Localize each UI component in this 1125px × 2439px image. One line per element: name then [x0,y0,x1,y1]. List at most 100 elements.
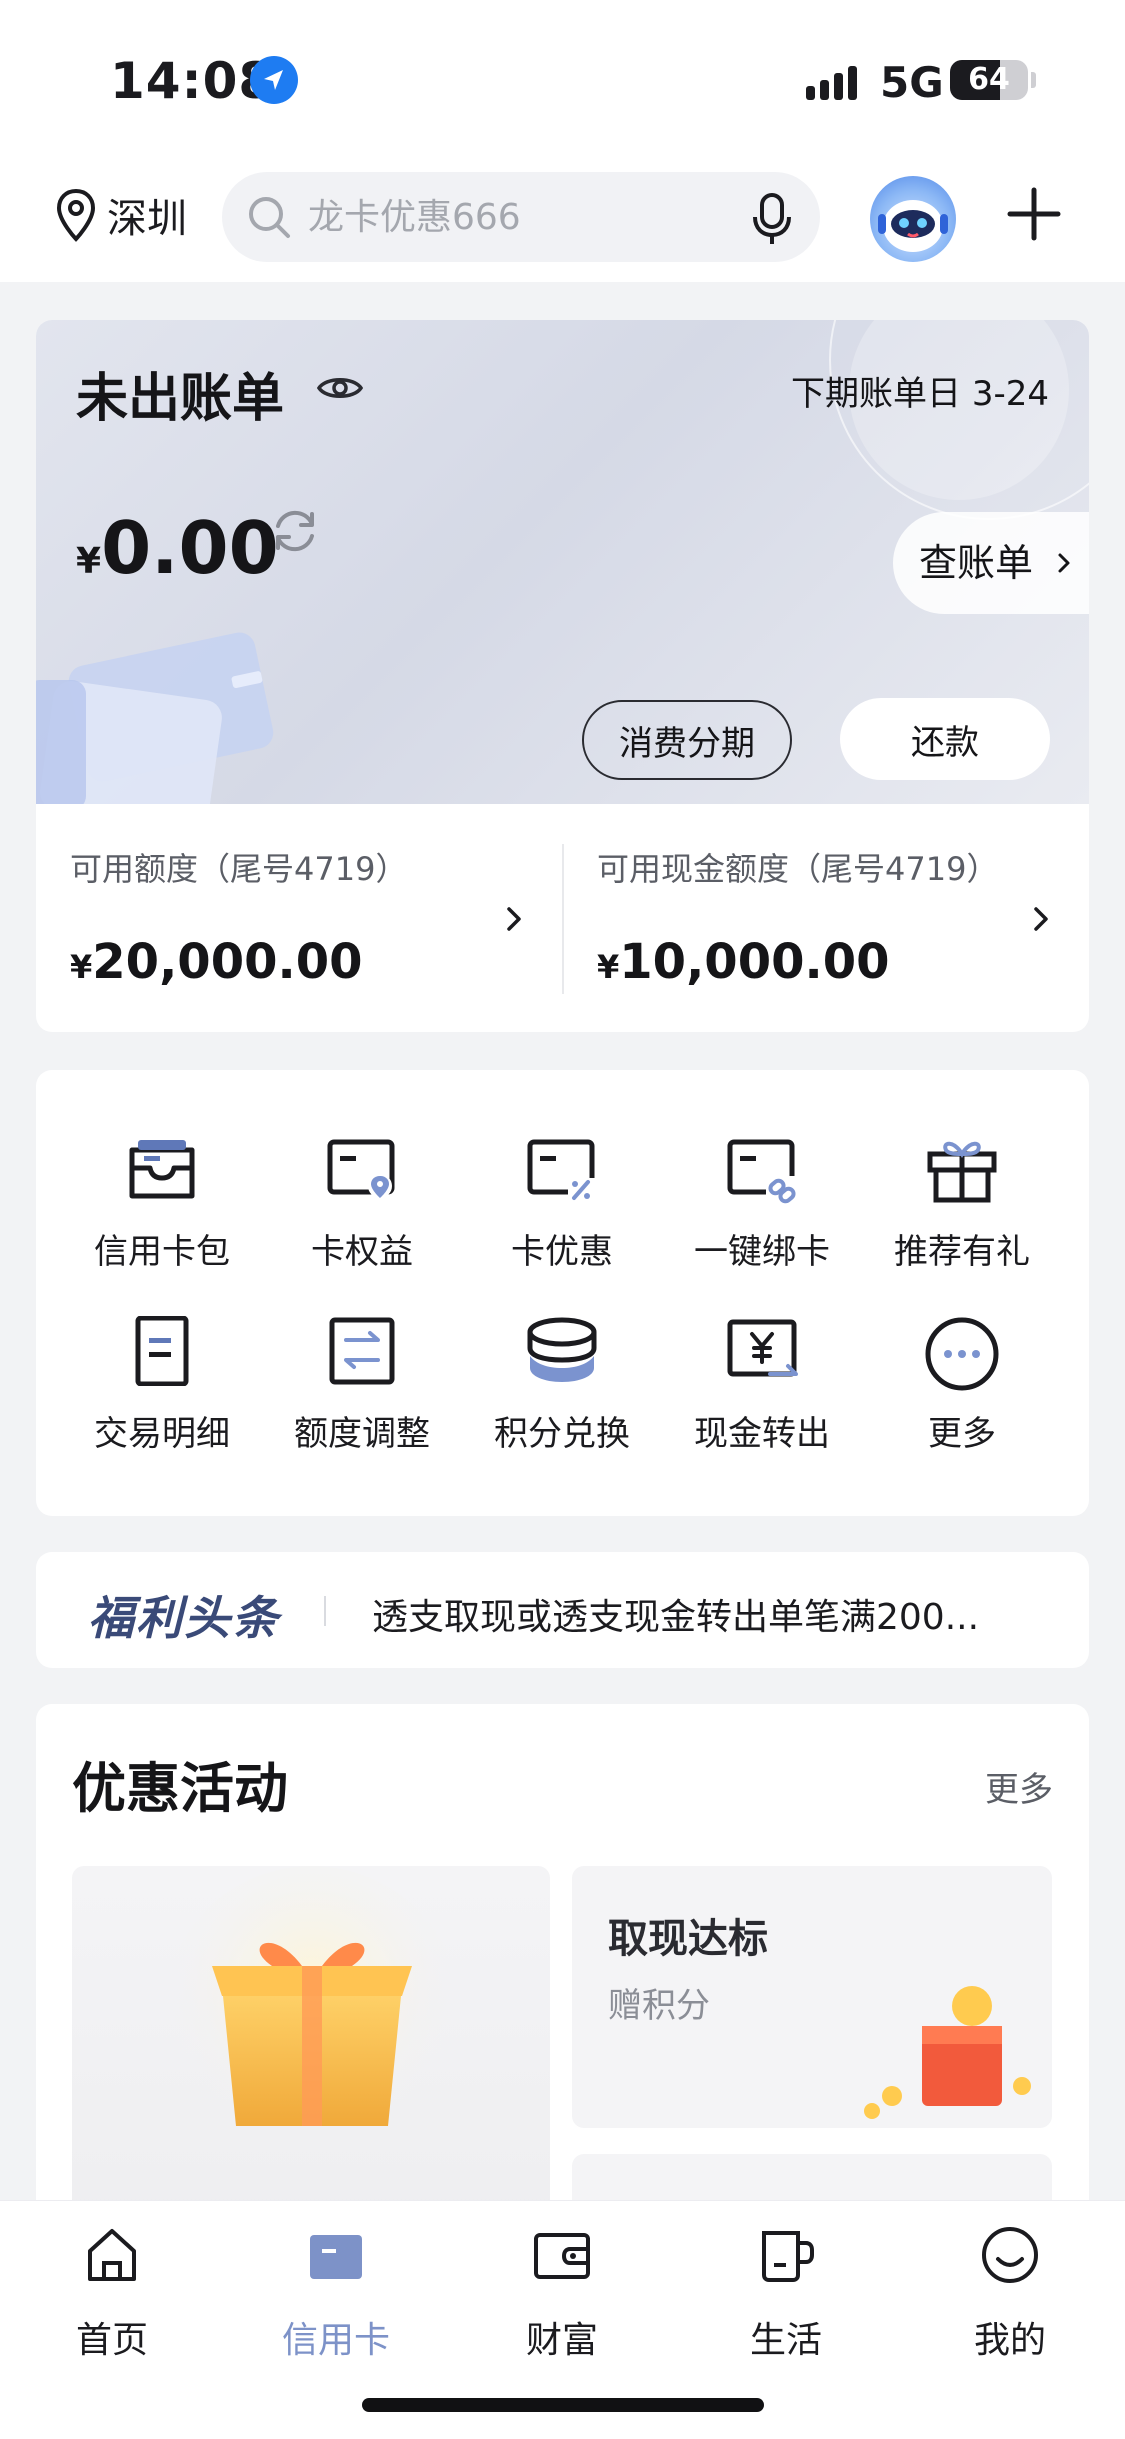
tab-label: 首页 [75,2320,148,2361]
shortcut-label: 信用卡包 [94,1232,230,1272]
gift-box-illustration [162,1866,462,2166]
promo-subtitle: 赠积分 [608,1986,710,2026]
tab-label: 生活 [749,2320,822,2361]
top-header: 深圳 [0,160,1125,282]
promo-title: 取现达标 [608,1916,768,1962]
shortcut-statement[interactable]: 交易明细 [62,1316,262,1476]
ticker-headline: 透支取现或透支现金转出单笔满200... [372,1597,980,1638]
points-coins-icon [524,1316,600,1386]
statement-icon [124,1316,200,1386]
shortcut-card-link[interactable]: 一键绑卡 [662,1134,862,1294]
battery-cap [1031,72,1036,88]
currency-symbol: ¥ [70,948,93,986]
promotions-title: 优惠活动 [72,1757,288,1820]
divider [324,1596,326,1626]
shortcut-label: 卡优惠 [511,1232,613,1272]
shortcut-label: 现金转出 [694,1414,830,1454]
card-benefit-icon [324,1134,400,1204]
available-limit-cell[interactable]: 可用额度（尾号4719） ¥20,000.00 [36,804,562,1032]
credit-cards-illustration [36,620,316,804]
shortcut-label: 更多 [928,1414,996,1454]
shortcut-label: 推荐有礼 [894,1232,1030,1272]
tab-label: 财富 [525,2320,598,2361]
card-link-icon [724,1134,800,1204]
installment-button[interactable]: 消费分期 [582,700,792,780]
available-limit-value: ¥20,000.00 [70,934,363,990]
chevron-right-icon [1057,552,1071,574]
chevron-right-icon [1033,906,1049,932]
location-arrow-icon [250,56,298,104]
card-discount-icon [524,1134,600,1204]
search-input[interactable] [308,172,728,262]
available-limit-amount: 20,000.00 [92,934,363,990]
shortcut-label: 交易明细 [94,1414,230,1454]
amount-value: 0.00 [101,506,279,590]
bill-amount: ¥0.00 [76,506,279,590]
shortcut-gift[interactable]: 推荐有礼 [862,1134,1062,1294]
promo-banner-gift[interactable] [72,1866,550,2224]
shortcut-card-benefit[interactable]: 卡权益 [262,1134,462,1294]
assistant-avatar[interactable] [870,176,956,262]
tab-mine[interactable]: 我的 [930,2225,1090,2365]
shortcut-label: 卡权益 [311,1232,413,1272]
eye-icon[interactable] [316,372,364,404]
search-bar[interactable] [222,172,820,262]
battery-percent: 64 [968,62,1010,97]
city-name: 深圳 [107,196,187,242]
view-bill-button[interactable]: 查账单 [893,512,1089,614]
home-indicator [362,2398,764,2412]
city-selector[interactable]: 深圳 [55,186,187,244]
next-bill-date: 下期账单日 3-24 [791,374,1049,414]
tab-home[interactable]: 首页 [32,2225,192,2365]
repay-button[interactable]: 还款 [840,698,1050,780]
shortcut-grid: 信用卡包 卡权益 卡优惠 一键绑卡 推荐有礼 交易明细 额度调整 积分兑换 现金… [36,1070,1089,1516]
credit-card-icon [306,2225,366,2285]
promotions-section: 优惠活动 更多 取现达标 赠积分 [36,1704,1089,2224]
wallet-icon [532,2225,592,2285]
view-bill-label: 查账单 [919,541,1034,585]
search-icon [246,194,292,240]
promo-cash-reward[interactable]: 取现达标 赠积分 [572,1866,1052,2128]
chevron-right-icon [506,906,522,932]
tab-credit-card[interactable]: 信用卡 [256,2225,416,2365]
smile-face-icon [980,2225,1040,2285]
status-bar: 14:08 5G 64 [0,0,1125,160]
card-wallet-icon [124,1134,200,1204]
tab-wealth[interactable]: 财富 [482,2225,642,2365]
shortcut-adjust-limit[interactable]: 额度调整 [262,1316,462,1476]
refresh-icon[interactable] [268,504,322,558]
home-icon [82,2225,142,2285]
bill-card: 未出账单 下期账单日 3-24 ¥0.00 查账单 消费分期 还款 可用额度（尾… [36,320,1089,1032]
bill-summary: 未出账单 下期账单日 3-24 ¥0.00 查账单 消费分期 还款 [36,320,1089,804]
credit-limits: 可用额度（尾号4719） ¥20,000.00 可用现金额度（尾号4719） ¥… [36,804,1089,1032]
more-dots-icon [924,1316,1000,1392]
location-pin-icon [55,188,97,242]
battery-icon: 64 [950,60,1028,100]
network-type: 5G [880,58,944,107]
signal-bars-icon [806,64,868,100]
shortcut-label: 额度调整 [294,1414,430,1454]
tab-label: 我的 [973,2320,1046,2361]
available-limit-label: 可用额度（尾号4719） [70,850,408,888]
tab-life[interactable]: 生活 [706,2225,866,2365]
shortcut-cash-transfer[interactable]: 现金转出 [662,1316,862,1476]
shortcut-more[interactable]: 更多 [862,1316,1062,1476]
ticker-brand: 福利头条 [88,1591,280,1645]
shortcut-label: 一键绑卡 [694,1232,830,1272]
promotions-more-link[interactable]: 更多 [985,1762,1053,1811]
red-gift-coins-illustration [864,1986,1031,2119]
cash-limit-amount: 10,000.00 [619,934,890,990]
unbilled-title: 未出账单 [76,369,285,429]
tab-label: 信用卡 [281,2320,390,2361]
shortcut-card-discount[interactable]: 卡优惠 [462,1134,662,1294]
gift-icon [924,1134,1000,1204]
cash-limit-cell[interactable]: 可用现金额度（尾号4719） ¥10,000.00 [563,804,1089,1032]
microphone-icon[interactable] [750,192,794,246]
cash-transfer-icon [724,1316,800,1386]
shortcut-card-wallet[interactable]: 信用卡包 [62,1134,262,1294]
shortcut-points[interactable]: 积分兑换 [462,1316,662,1476]
plus-icon[interactable] [1006,186,1062,242]
benefits-ticker[interactable]: 福利头条 透支取现或透支现金转出单笔满200... [36,1552,1089,1668]
shortcut-label: 积分兑换 [494,1414,630,1454]
adjust-limit-icon [324,1316,400,1386]
